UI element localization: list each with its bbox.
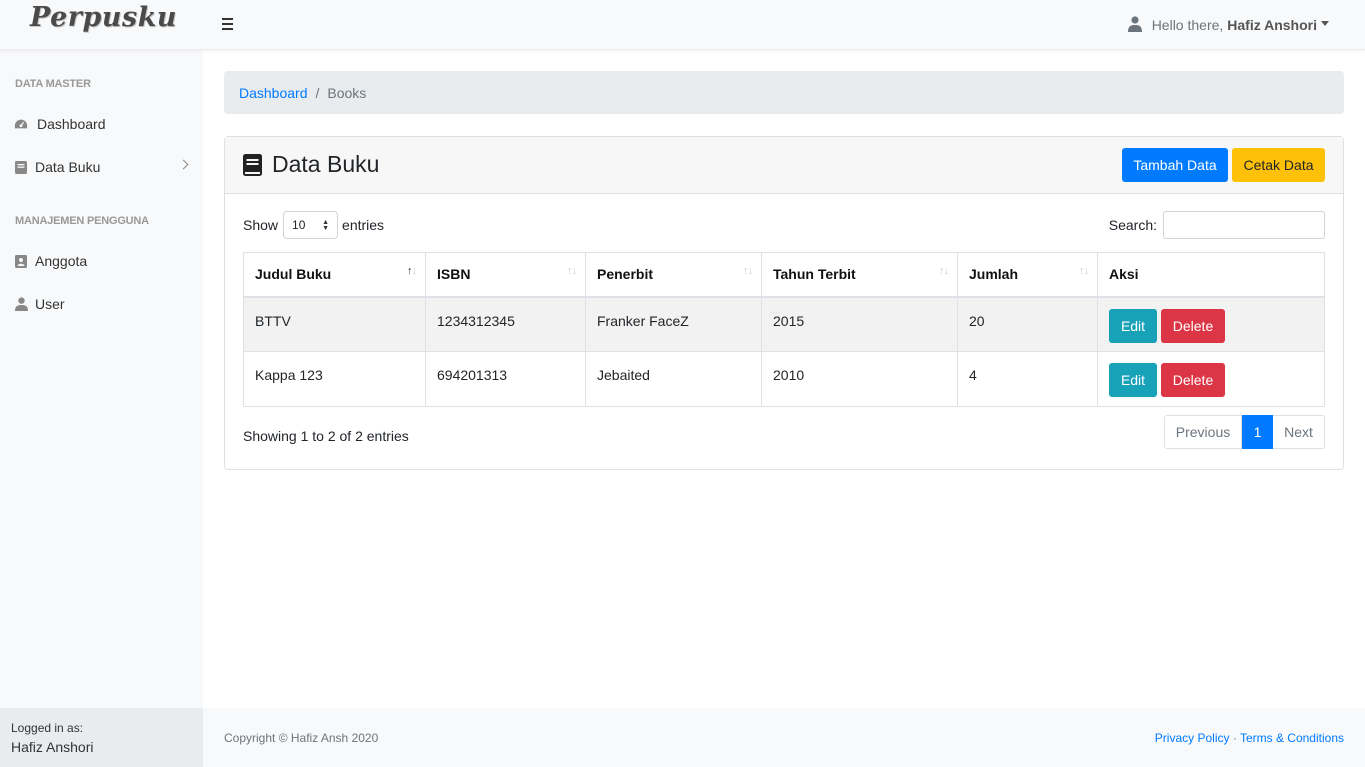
sidebar-item-label: User [35,296,65,312]
breadcrumb: Dashboard / Books [224,71,1344,114]
user-name: Hafiz Anshori [1227,17,1317,33]
tachometer-icon [14,117,28,131]
privacy-policy-link[interactable]: Privacy Policy [1155,731,1230,745]
books-card: Data Buku Tambah Data Cetak Data Show 10… [224,136,1344,470]
sidebar-heading-master: DATA MASTER [15,78,91,90]
sidebar-item-label: Anggota [35,253,88,269]
entries-label: entries [342,217,385,233]
page-title: Data Buku [243,151,379,178]
cell-judul: BTTV [243,296,426,352]
brand-logo[interactable]: Perpusku [30,2,177,33]
cell-judul: Kappa 123 [243,351,426,407]
search-label: Search: [1108,217,1157,233]
terms-link[interactable]: Terms & Conditions [1240,731,1344,745]
sidebar-item-label: Dashboard [37,116,106,132]
sort-icon: ↑↓ [567,265,577,277]
logged-in-name: Hafiz Anshori [11,739,94,755]
delete-button[interactable]: Delete [1161,308,1225,343]
footer-links: Privacy Policy · Terms & Conditions [1155,731,1344,745]
sidebar-footer: Logged in as: Hafiz Anshori [0,708,203,767]
column-header-jumlah[interactable]: Jumlah ↑↓ [957,252,1098,298]
sidebar-item-data-buku[interactable]: Data Buku [0,147,203,187]
column-header-penerbit[interactable]: Penerbit ↑↓ [585,252,762,298]
copyright-text: Copyright © Hafiz Ansh 2020 [224,731,379,745]
sort-icon: ↑↓ [939,265,949,277]
user-icon [14,297,28,311]
id-card-icon [14,254,28,268]
select-arrows-icon: ▲ ▼ [322,219,330,232]
sort-icon: ↑↓ [1079,265,1089,277]
cell-jumlah: 4 [957,351,1098,407]
delete-button[interactable]: Delete [1161,363,1225,397]
page-footer: Copyright © Hafiz Ansh 2020 Privacy Poli… [203,708,1365,767]
footer-dot: · [1232,731,1237,745]
cell-tahun: 2010 [761,351,958,407]
book-icon [14,160,28,174]
sidebar: DATA MASTER Dashboard Data Buku MANAJEME… [0,50,203,708]
table-row: BTTV 1234312345 Franker FaceZ 2015 20 Ed… [243,296,1325,352]
search-input[interactable] [1163,211,1325,239]
table-row: Kappa 123 694201313 Jebaited 2010 4 Edit… [243,351,1325,407]
show-label: Show [243,217,279,233]
caret-down-icon [1321,20,1329,26]
book-icon [243,153,262,176]
table-info: Showing 1 to 2 of 2 entries [243,428,409,444]
user-icon [1127,16,1142,32]
pagination: Previous 1 Next [1164,415,1325,449]
cell-jumlah: 20 [957,296,1098,352]
sort-icon: ↑↓ [743,265,753,277]
edit-button[interactable]: Edit [1109,363,1157,397]
card-header: Data Buku Tambah Data Cetak Data [225,137,1343,194]
add-data-button[interactable]: Tambah Data [1122,148,1228,182]
previous-page-button[interactable]: Previous [1164,415,1242,449]
cell-aksi: Edit Delete [1097,296,1325,352]
sidebar-toggle-button[interactable] [222,15,238,35]
column-header-aksi: Aksi [1097,252,1325,298]
edit-button[interactable]: Edit [1109,308,1157,343]
sidebar-item-user[interactable]: User [0,284,203,324]
page-length-control: Show 10 ▲ ▼ entries [243,211,384,239]
sidebar-item-anggota[interactable]: Anggota [0,241,203,281]
hamburger-icon [222,18,233,20]
cell-isbn: 694201313 [425,351,586,407]
cell-isbn: 1234312345 [425,296,586,352]
search-control: Search: [1109,211,1325,239]
breadcrumb-separator: / [315,85,320,101]
sidebar-item-dashboard[interactable]: Dashboard [0,104,203,144]
top-navbar: Perpusku Hello there, Hafiz Anshori [0,0,1365,50]
page-1-button[interactable]: 1 [1242,415,1273,449]
cell-penerbit: Jebaited [585,351,762,407]
chevron-right-icon [178,159,189,170]
table-header-row: Judul Buku ↑↓ ISBN ↑↓ Penerbit ↑↓ Tahun Ter… [243,252,1325,298]
cell-aksi: Edit Delete [1097,351,1325,407]
print-data-button[interactable]: Cetak Data [1232,148,1325,182]
user-dropdown[interactable]: Hello there, Hafiz Anshori [1127,16,1329,33]
column-header-judul[interactable]: Judul Buku ↑↓ [243,252,426,298]
page-length-select[interactable]: 10 ▲ ▼ [283,211,339,239]
breadcrumb-current: Books [327,85,367,101]
cell-tahun: 2015 [761,296,958,352]
logged-in-label: Logged in as: [11,721,84,735]
breadcrumb-dashboard-link[interactable]: Dashboard [239,85,308,101]
next-page-button[interactable]: Next [1273,415,1325,449]
greeting-text: Hello there, [1151,17,1224,33]
column-header-isbn[interactable]: ISBN ↑↓ [425,252,586,298]
sidebar-heading-users: MANAJEMEN PENGGUNA [15,215,149,227]
sidebar-item-label: Data Buku [35,159,101,175]
cell-penerbit: Franker FaceZ [585,296,762,352]
books-table: Judul Buku ↑↓ ISBN ↑↓ Penerbit ↑↓ Tahun Ter… [243,252,1325,407]
sort-asc-icon: ↑↓ [407,265,417,277]
column-header-tahun[interactable]: Tahun Terbit ↑↓ [761,252,958,298]
